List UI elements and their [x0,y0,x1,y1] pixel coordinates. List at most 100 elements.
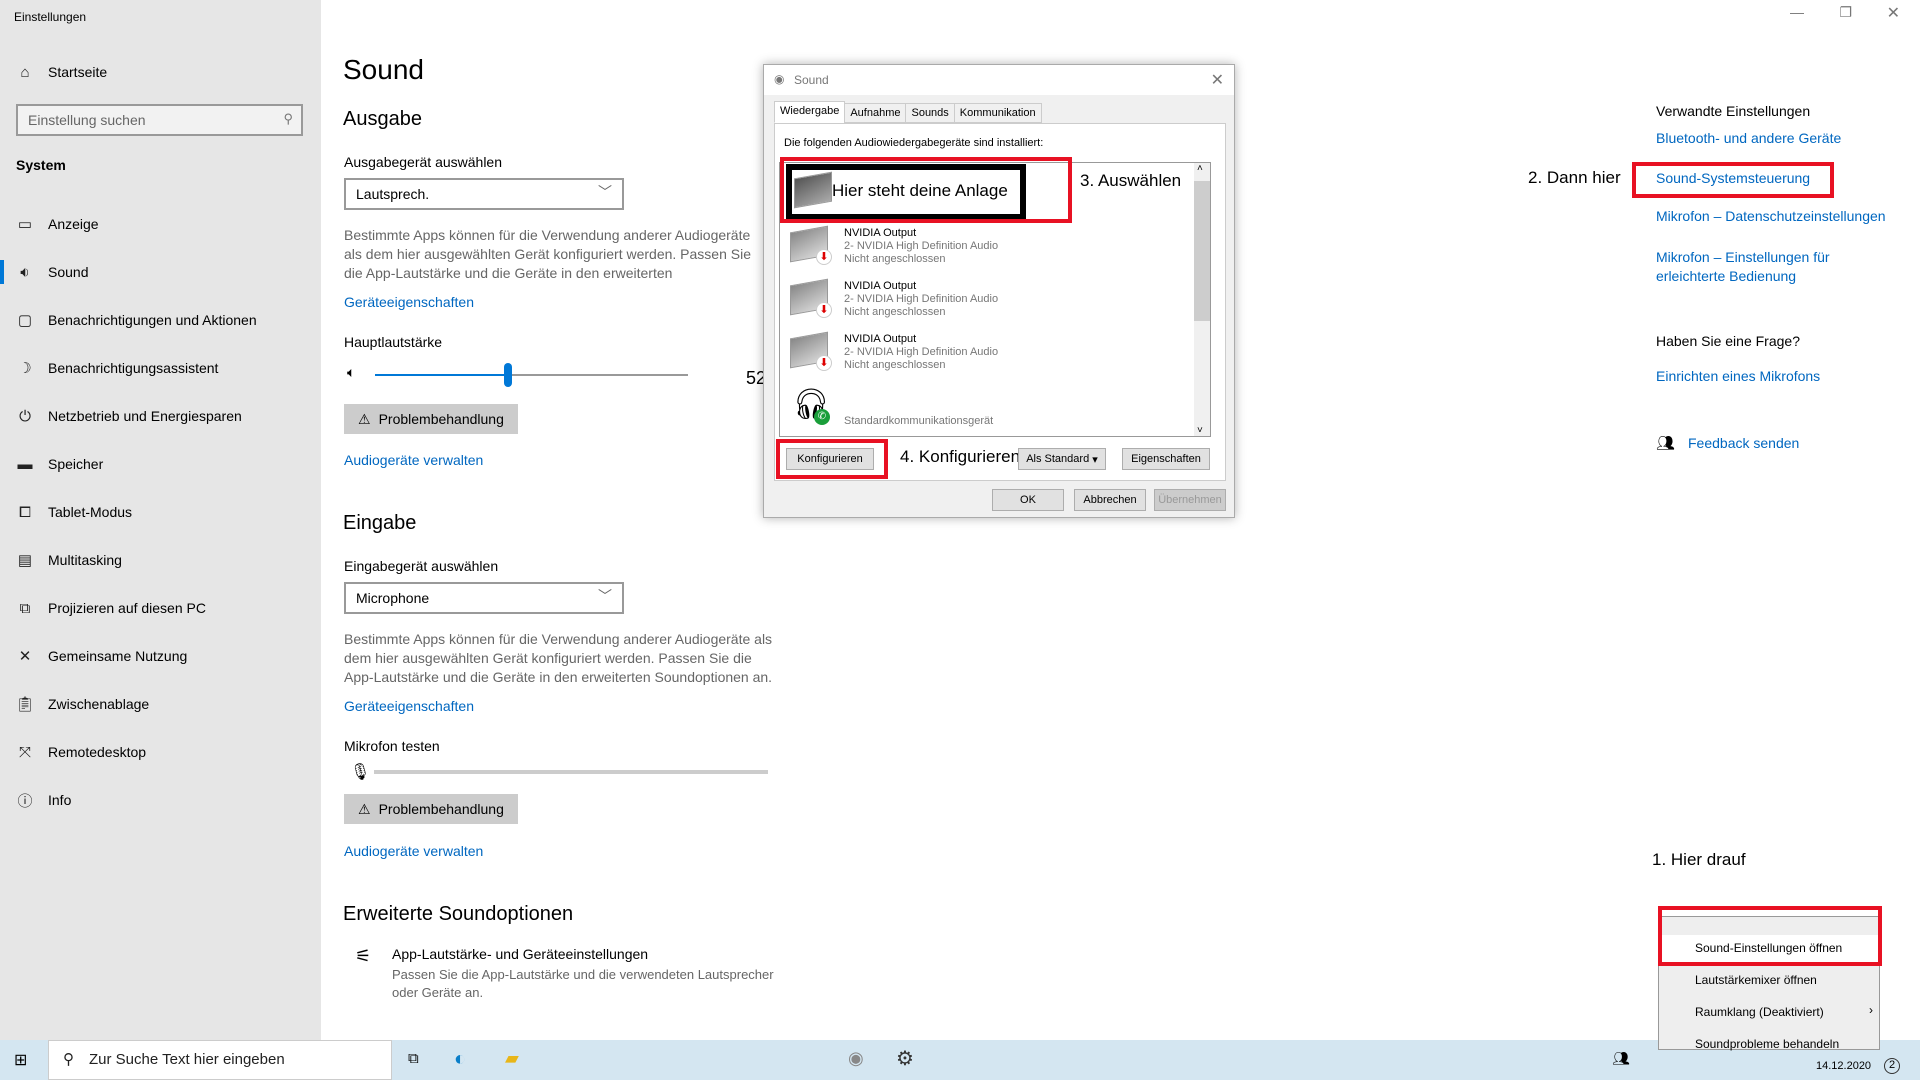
scroll-down-icon[interactable]: ˅ [1197,425,1203,436]
task-view-icon[interactable]: ⧉ [408,1050,419,1067]
output-troubleshoot-button[interactable]: ⚠ Problembehandlung [344,404,518,434]
sidebar-item-label: Netzbetrieb und Energiesparen [48,408,242,424]
input-select-label: Eingabegerät auswählen [344,558,499,574]
people-icon[interactable]: 👥︎ [1612,1050,1630,1067]
sound-taskbar-icon[interactable]: ◉ [848,1048,864,1069]
output-description: Bestimmte Apps können für die Verwendung… [344,227,751,286]
notification-badge[interactable]: 2 [1884,1058,1900,1074]
speaker-icon: 🔈︎ [347,364,356,380]
home-icon: ⌂ [20,63,30,81]
volume-label: Hauptlautstärke [344,334,443,350]
sidebar-item-multitasking[interactable]: ▤ Multitasking [0,540,321,580]
sound-dialog: ◉ Sound ✕ Wiedergabe Aufnahme Sounds Kom… [763,64,1235,518]
device-item[interactable]: ⬇ NVIDIA Output 2- NVIDIA High Definitio… [784,329,1164,379]
device-status: Nicht angeschlossen [844,253,946,265]
sidebar-item-gemeinsame-nutzung[interactable]: ✕ Gemeinsame Nutzung [0,636,321,676]
close-button[interactable]: ✕ [1887,3,1900,23]
sidebar-item-label: Anzeige [48,216,99,232]
dialog-intro: Die folgenden Audiowiedergabegeräte sind… [784,137,1044,149]
sidebar-item-sound[interactable]: 🔉︎ Sound [0,252,321,292]
moon-icon: ☽ [18,360,32,377]
sidebar-item-benachrichtigungen-und-aktionen[interactable]: ▢ Benachrichtigungen und Aktionen [0,300,321,340]
taskbar-search-input[interactable]: ⚲ Zur Suche Text hier eingeben [48,1040,392,1080]
app-volume-link[interactable]: App-Lautstärke- und Geräteeinstellungen [392,946,648,962]
sidebar-item-tablet-modus[interactable]: ⧠ Tablet-Modus [0,492,321,532]
clipboard-icon: 📋︎ [15,696,35,713]
output-manage-link[interactable]: Audiogeräte verwalten [344,452,483,468]
settings-gear-icon[interactable]: ⚙ [896,1046,914,1071]
windows-start-icon[interactable]: ⊞ [14,1050,27,1070]
minimize-button[interactable]: — [1790,4,1804,20]
device-status: Nicht angeschlossen [844,359,946,371]
mic-privacy-link[interactable]: Mikrofon – Datenschutzeinstellungen [1656,208,1886,224]
tab-kommunikation[interactable]: Kommunikation [953,103,1042,123]
phone-badge-icon: ✆ [814,409,830,425]
taskbar-date[interactable]: 14.12.2020 [1816,1060,1871,1072]
tab-sounds[interactable]: Sounds [905,103,955,123]
menu-item-spatial-sound[interactable]: Raumklang (Deaktiviert) [1695,1005,1824,1019]
sidebar-item-anzeige[interactable]: ▭ Anzeige [0,204,321,244]
settings-search-input[interactable]: Einstellung suchen ⚲ [16,104,303,136]
speaker-icon: 🔉︎ [20,263,30,281]
setup-mic-link[interactable]: Einrichten eines Mikrofons [1656,368,1820,384]
ok-button[interactable]: OK [992,489,1064,511]
menu-item-troubleshoot[interactable]: Soundprobleme behandeln [1695,1037,1839,1051]
file-explorer-icon[interactable]: ▰ [505,1048,519,1069]
chevron-down-icon: ﹀ [598,588,612,604]
sidebar-item-info[interactable]: ⓘ Info [0,780,321,820]
output-select-label: Ausgabegerät auswählen [344,154,503,170]
sidebar-item-netzbetrieb-und-energiesparen[interactable]: ⏻ Netzbetrieb und Energiesparen [0,396,321,436]
annotation-step3: 3. Auswählen [1080,171,1182,190]
cancel-button[interactable]: Abbrechen [1074,489,1146,511]
display-icon: ▭ [17,216,33,233]
scrollbar-thumb[interactable] [1194,181,1210,321]
feedback-link[interactable]: Feedback senden [1688,435,1799,451]
tab-wiedergabe[interactable]: Wiedergabe [774,101,846,123]
properties-button[interactable]: Eigenschaften [1122,448,1210,470]
input-description: Bestimmte Apps können für die Verwendung… [344,631,773,685]
apply-button[interactable]: Übernehmen [1154,489,1226,511]
microphone-icon: 🎙︎ [350,764,371,781]
device-item[interactable]: 🎧︎ ✆ Standardkommunikationsgerät [784,381,1164,431]
device-item[interactable]: ⬇ NVIDIA Output 2- NVIDIA High Definitio… [784,276,1164,326]
menu-item-volume-mixer[interactable]: Lautstärkemixer öffnen [1695,973,1817,987]
output-device-select[interactable]: Lautsprech. ﹀ [344,178,624,210]
sidebar-home[interactable]: ⌂ Startseite [0,52,321,92]
dialog-close-button[interactable]: ✕ [1211,70,1224,90]
search-icon: ⚲ [283,111,293,126]
dropdown-arrow-icon[interactable]: ▾ [1092,453,1098,466]
input-device-select[interactable]: Microphone ﹀ [344,582,624,614]
dialog-titlebar: ◉ Sound ✕ [764,65,1234,95]
device-item[interactable]: ⬇ NVIDIA Output 2- NVIDIA High Definitio… [784,223,1164,273]
sidebar-item-projizieren-auf-diesen-pc[interactable]: ⧉ Projizieren auf diesen PC [0,588,321,628]
search-icon: ⚲ [63,1051,74,1068]
sidebar-item-remotedesktop[interactable]: ⤧ Remotedesktop [0,732,321,772]
sidebar-item-benachrichtigungsassistent[interactable]: ☽ Benachrichtigungsassistent [0,348,321,388]
chevron-right-icon: › [1869,1003,1873,1017]
annotation-step1: 1. Hier drauf [1652,850,1746,869]
bluetooth-link[interactable]: Bluetooth- und andere Geräte [1656,130,1841,146]
power-icon: ⏻ [19,407,31,425]
app-title: Einstellungen [14,10,87,24]
input-troubleshoot-button[interactable]: ⚠ Problembehandlung [344,794,518,824]
edge-icon[interactable]: ◐ [454,1048,466,1071]
storage-icon: ▬ [17,455,33,473]
set-default-button[interactable]: Als Standard ▾ [1018,448,1106,470]
sidebar-item-speicher[interactable]: ▬ Speicher [0,444,321,484]
restore-button[interactable]: ❐ [1839,4,1852,21]
list-scrollbar[interactable]: ˄ ˅ [1194,163,1210,436]
section-title: System [16,157,66,173]
page-title: Sound [343,54,424,85]
input-properties-link[interactable]: Geräteeigenschaften [344,698,474,714]
remote-icon: ⤧ [18,743,31,761]
output-properties-link[interactable]: Geräteeigenschaften [344,294,474,310]
input-manage-link[interactable]: Audiogeräte verwalten [344,843,483,859]
home-label: Startseite [48,64,108,80]
mic-accessibility-link[interactable]: Mikrofon – Einstellungen für erleichtert… [1656,248,1856,286]
mic-test-label: Mikrofon testen [344,738,440,754]
tab-aufnahme[interactable]: Aufnahme [844,103,907,123]
sidebar-item-label: Speicher [48,456,104,472]
sound-app-icon: ◉ [774,72,785,86]
sidebar-item-zwischenablage[interactable]: 📋︎ Zwischenablage [0,684,321,724]
scroll-up-icon[interactable]: ˄ [1197,163,1203,174]
